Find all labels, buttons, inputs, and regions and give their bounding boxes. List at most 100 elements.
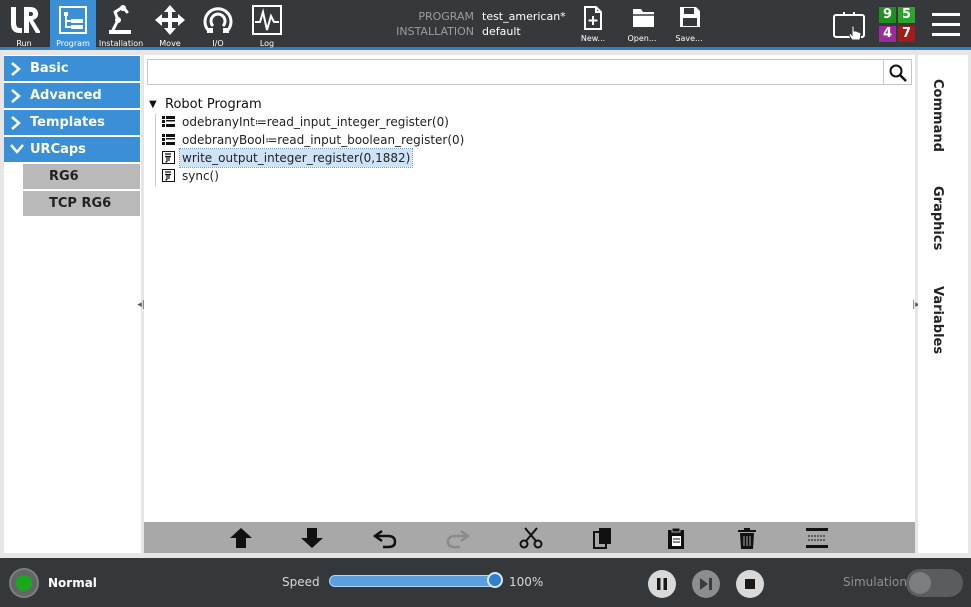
copy-button[interactable]: [590, 526, 616, 550]
nav-program-label: Program: [56, 39, 90, 48]
nav-log-label: Log: [259, 39, 275, 48]
speed-value: 100%: [509, 575, 544, 589]
move-up-button[interactable]: [228, 526, 254, 550]
trash-icon: [738, 528, 756, 549]
suppress-button[interactable]: [804, 526, 830, 550]
nav-installation-label: Installation: [98, 39, 144, 48]
program-tree-icon: [59, 6, 87, 34]
delete-button[interactable]: [734, 526, 760, 550]
log-chart-icon: [252, 5, 282, 35]
save-program-label: Save...: [675, 34, 703, 43]
robot-status-indicator[interactable]: [9, 568, 39, 598]
nav-move-button[interactable]: Move: [147, 0, 193, 50]
chevron-right-icon: [11, 89, 21, 103]
nav-io-label: I/O: [212, 39, 224, 48]
counter-purple: 4: [879, 26, 896, 42]
chevron-right-icon: [11, 116, 21, 130]
counter-green-light: 5: [898, 7, 915, 23]
move-up-icon: [230, 528, 252, 548]
assignment-icon: [162, 116, 175, 127]
installation-caption: INSTALLATION: [396, 25, 474, 38]
save-disk-icon: [680, 7, 700, 27]
expand-triangle-icon[interactable]: ▼: [149, 96, 157, 114]
stop-button[interactable]: [736, 570, 764, 598]
right-tab-panel: Command Graphics Variables: [918, 55, 968, 553]
main-menu-button[interactable]: [931, 12, 961, 38]
chevron-down-icon: [10, 144, 24, 154]
nav-run-label: Run: [16, 39, 32, 48]
nav-run-button[interactable]: Run: [1, 0, 47, 50]
nav-move-label: Move: [159, 39, 181, 48]
pendant-hand-icon: [833, 12, 865, 41]
program-caption: PROGRAM: [418, 10, 474, 23]
speed-slider-track[interactable]: [329, 575, 501, 587]
category-advanced[interactable]: Advanced: [4, 83, 140, 108]
program-name: test_american*: [482, 10, 566, 23]
paste-button[interactable]: [663, 526, 689, 550]
open-program-button[interactable]: Open...: [622, 0, 662, 50]
speed-slider-handle[interactable]: [487, 572, 503, 588]
redo-icon: [446, 529, 470, 549]
assignment-icon: [162, 134, 175, 145]
pause-icon: [657, 578, 667, 590]
program-info: PROGRAM test_american* INSTALLATION defa…: [384, 9, 584, 43]
ur-logo-icon: [11, 7, 40, 33]
step-button[interactable]: [692, 570, 720, 598]
move-down-icon: [301, 528, 323, 548]
category-urcaps[interactable]: URCaps: [4, 137, 140, 162]
top-bar: Run Program Installation Move I/O Log PR…: [0, 0, 971, 50]
script-icon: [162, 169, 175, 182]
open-program-label: Open...: [627, 34, 657, 43]
paste-icon: [668, 527, 684, 549]
redo-button[interactable]: [445, 526, 471, 550]
tree-connector: [155, 114, 156, 186]
new-file-icon: [584, 6, 602, 30]
step-forward-icon: [700, 578, 712, 590]
new-program-button[interactable]: New...: [573, 0, 613, 50]
nav-installation-button[interactable]: Installation: [98, 0, 144, 50]
search-input[interactable]: [147, 59, 884, 85]
nav-program-button[interactable]: Program: [50, 0, 96, 50]
speed-label: Speed: [282, 575, 320, 589]
toggle-knob: [909, 572, 931, 594]
urcap-tcp-rg6[interactable]: TCP RG6: [23, 191, 140, 216]
program-edit-toolbar: [144, 522, 915, 553]
category-basic[interactable]: Basic: [4, 56, 140, 81]
move-down-button[interactable]: [299, 526, 325, 550]
simulation-label: Simulation: [843, 575, 907, 589]
io-dial-icon: [203, 7, 233, 33]
counter-green-dark: 9: [879, 7, 896, 23]
undo-button[interactable]: [372, 526, 398, 550]
simulation-toggle[interactable]: [906, 569, 963, 597]
program-tree-panel: ▼ Robot Program odebranyInt≔read_input_i…: [144, 55, 915, 522]
cut-button[interactable]: [518, 526, 544, 550]
cut-icon: [519, 527, 543, 549]
move-arrows-icon: [155, 5, 185, 35]
search-button[interactable]: [884, 59, 912, 85]
tab-command[interactable]: Command: [930, 79, 945, 152]
installation-name: default: [482, 25, 521, 38]
copy-icon: [593, 528, 611, 549]
nav-log-button[interactable]: Log: [244, 0, 290, 50]
nav-io-button[interactable]: I/O: [195, 0, 241, 50]
remote-control-button[interactable]: [832, 11, 868, 43]
search-icon: [889, 64, 907, 82]
tab-variables[interactable]: Variables: [930, 286, 945, 354]
pause-button[interactable]: [648, 570, 676, 598]
program-nodes-sidebar: Basic Advanced Templates URCaps RG6 TCP …: [4, 55, 141, 553]
new-program-label: New...: [580, 34, 606, 43]
category-templates[interactable]: Templates: [4, 110, 140, 135]
open-folder-icon: [633, 9, 655, 27]
urcap-rg6[interactable]: RG6: [23, 164, 140, 189]
undo-icon: [373, 529, 397, 549]
save-program-button[interactable]: Save...: [669, 0, 709, 50]
counter-red: 7: [898, 26, 915, 42]
chevron-right-icon: [11, 62, 21, 76]
robot-status-text: Normal: [48, 576, 97, 590]
status-light-icon: [16, 575, 32, 591]
script-icon: [162, 151, 175, 164]
suppress-icon: [806, 528, 828, 548]
hamburger-menu-icon: [932, 13, 960, 36]
stop-icon: [745, 579, 755, 589]
tab-graphics[interactable]: Graphics: [930, 186, 945, 250]
